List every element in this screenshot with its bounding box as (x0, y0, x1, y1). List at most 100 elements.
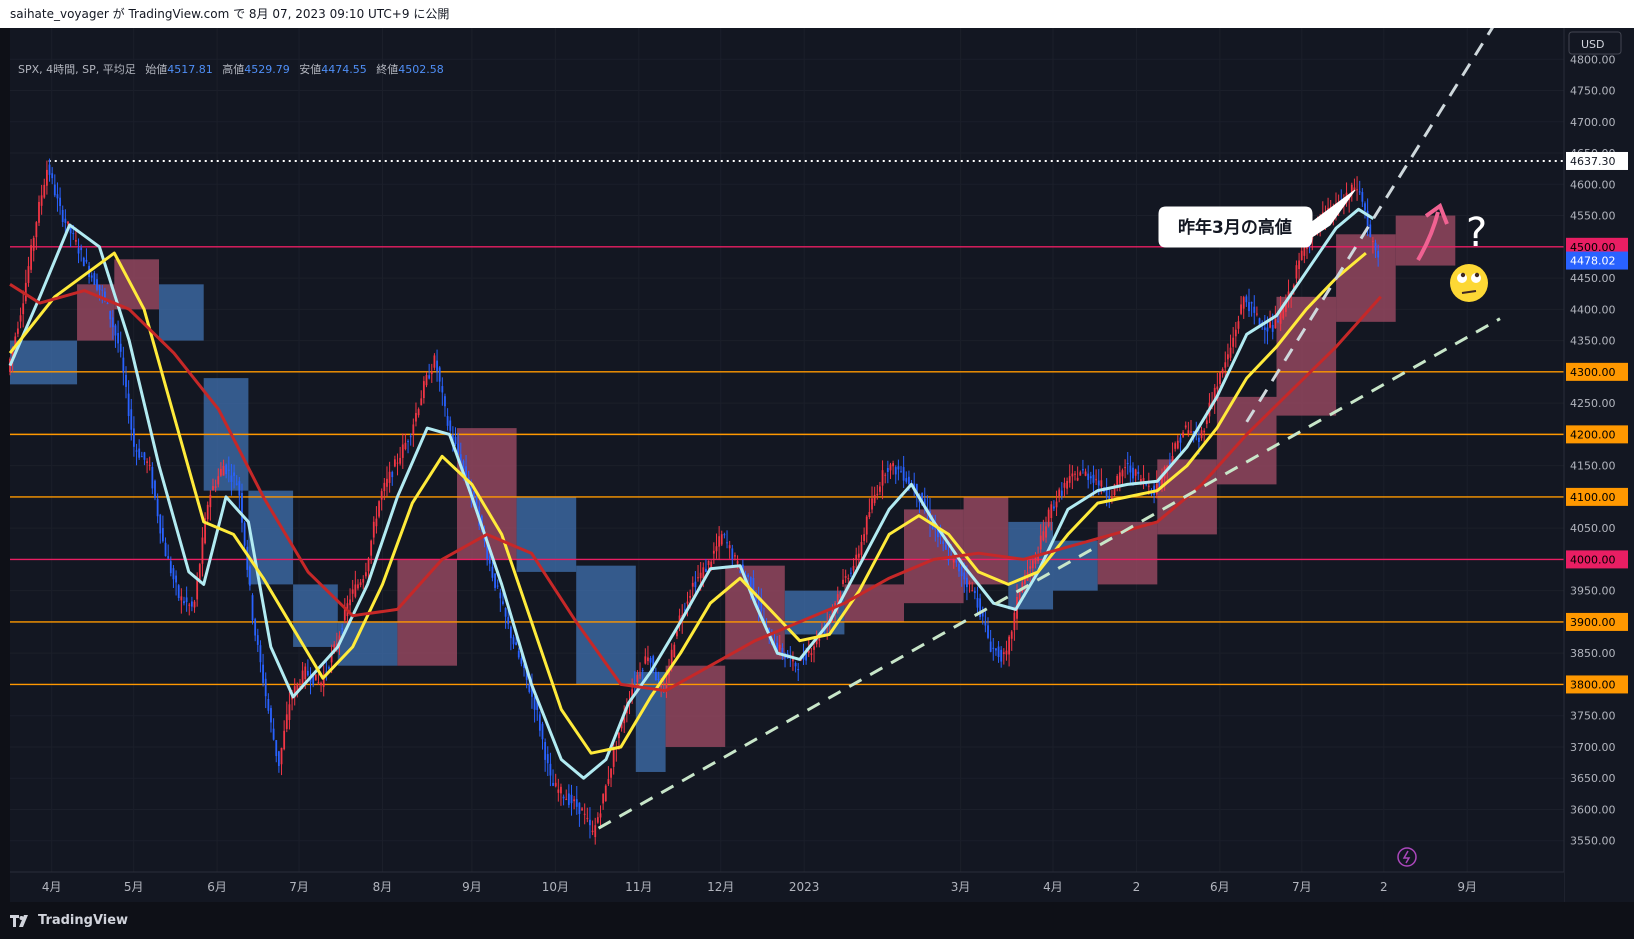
candle-body-216 (578, 802, 581, 814)
candle-body-144 (388, 471, 391, 483)
candle-body-448 (1190, 431, 1192, 433)
candle-body-7 (27, 266, 30, 283)
chart-panel[interactable]: 昨年3月の高値 ? 3550.00 3600.00 3650.00 3700.00 37… (0, 28, 1634, 902)
candle-body-511 (1356, 189, 1358, 191)
candle-body-338 (900, 471, 902, 473)
candle-body-316 (842, 579, 844, 585)
candle-body-84 (230, 475, 233, 482)
candle-body-136 (367, 558, 370, 572)
close-value: 4502.58 (398, 63, 444, 76)
candle-body-157 (422, 381, 425, 399)
candle-body-443 (1176, 440, 1179, 449)
candle-body-133 (359, 582, 362, 585)
candle-body-137 (370, 540, 373, 556)
candle-body-229 (612, 749, 615, 767)
candle-body-426 (1132, 467, 1134, 479)
tradingview-logo[interactable]: TradingView (10, 902, 128, 939)
candle-body-395 (1050, 504, 1053, 518)
tradingview-logo-icon (10, 914, 28, 927)
candle-body-27 (80, 247, 83, 251)
candle-body-88 (241, 493, 243, 523)
time-tick-7: 11月 (625, 880, 652, 894)
candle-body-328 (873, 494, 876, 504)
candle-body-459 (1219, 372, 1221, 384)
candle-body-247 (660, 686, 663, 688)
candle-body-68 (188, 604, 191, 606)
candle-body-142 (383, 482, 386, 492)
candle-body-228 (610, 768, 612, 778)
candle-body-375 (997, 646, 1000, 657)
tradingview-brand: TradingView (38, 913, 129, 928)
candle-body-428 (1137, 471, 1140, 474)
candle-body-34 (98, 284, 101, 291)
candle-body-238 (636, 675, 639, 682)
price-tick-17: 4400.00 (1570, 303, 1616, 316)
candle-body-217 (581, 808, 583, 811)
candle-body-462 (1227, 354, 1229, 360)
candle-body-292 (778, 644, 781, 650)
candle-body-80 (219, 468, 222, 476)
cloud-segment-0 (10, 340, 78, 385)
candle-body-258 (689, 596, 692, 598)
candle-body-441 (1171, 455, 1174, 461)
candle-body-118 (320, 682, 322, 686)
level-label-2: 4200.00 (1570, 428, 1616, 441)
candle-body-367 (976, 597, 979, 608)
candle-body-24 (72, 233, 75, 235)
candle-body-97 (264, 678, 267, 697)
candle-body-182 (488, 555, 491, 564)
candle-body-393 (1045, 526, 1047, 538)
candle-body-453 (1203, 430, 1206, 433)
candle-body-396 (1053, 506, 1055, 509)
candle-body-60 (167, 556, 170, 559)
candle-body-22 (67, 221, 69, 224)
candle-body-323 (860, 541, 863, 555)
candle-body-205 (549, 763, 552, 776)
candle-body-101 (275, 740, 278, 757)
candle-body-446 (1184, 425, 1187, 428)
candle-body-273 (728, 545, 731, 549)
candle-body-436 (1158, 482, 1161, 484)
time-axis[interactable] (10, 872, 1564, 902)
candle-body-56 (156, 498, 159, 517)
candle-body-105 (285, 714, 288, 729)
candle-body-5 (22, 303, 25, 315)
candle-body-445 (1182, 432, 1184, 438)
candle-body-340 (905, 478, 908, 482)
candle-body-79 (217, 476, 220, 485)
candle-body-492 (1306, 247, 1308, 249)
candle-body-94 (256, 635, 259, 645)
candle-body-519 (1377, 250, 1380, 258)
time-tick-3: 7月 (289, 880, 309, 894)
candle-body-202 (541, 723, 544, 740)
candle-body-77 (212, 486, 214, 491)
candle-body-215 (575, 799, 578, 807)
candle-body-242 (647, 657, 649, 662)
candle-body-364 (968, 582, 971, 585)
candle-body-147 (396, 462, 399, 464)
candle-body-392 (1042, 531, 1045, 541)
candle-body-10 (35, 222, 38, 238)
candle-body-46 (130, 409, 133, 430)
time-tick-15: 2 (1380, 880, 1388, 894)
candle-body-117 (317, 682, 320, 684)
price-chart[interactable]: 昨年3月の高値 ? 3550.00 3600.00 3650.00 3700.00 37… (0, 28, 1634, 902)
candle-body-9 (32, 237, 35, 251)
candle-body-275 (734, 555, 736, 557)
candle-body-222 (594, 825, 597, 838)
cloud-segment-3 (159, 284, 204, 341)
high-label: 高値 (222, 63, 245, 76)
candle-body-239 (639, 674, 641, 676)
candle-body-100 (272, 728, 275, 740)
candle-body-513 (1361, 192, 1364, 202)
candle-body-454 (1205, 420, 1208, 425)
candle-body-145 (391, 471, 394, 478)
candle-body-199 (533, 697, 536, 710)
candle-body-6 (24, 282, 27, 302)
candle-body-194 (520, 658, 523, 664)
candle-body-442 (1174, 443, 1177, 449)
candle-body-240 (641, 670, 644, 672)
candle-body-18 (56, 194, 59, 199)
candle-body-512 (1358, 191, 1361, 193)
candle-body-40 (114, 325, 117, 336)
